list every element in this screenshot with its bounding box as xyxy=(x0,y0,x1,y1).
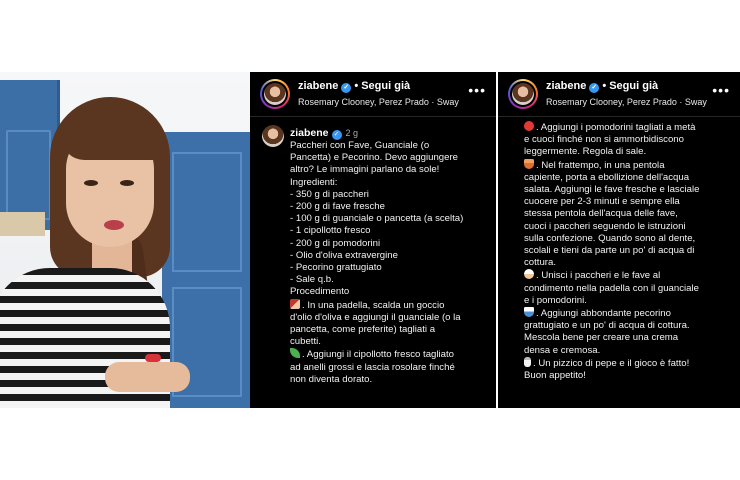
caption-step-line: . Unisci i paccheri e le fave al xyxy=(524,269,736,282)
caption-line: salata. Aggiungi le fave fresche e lasci… xyxy=(524,184,700,196)
caption-step-line: . Aggiungi i pomodorini tagliati a metà xyxy=(524,121,736,134)
caption-line: stessa pentola dell'acqua delle fave, xyxy=(524,208,678,220)
caption-line: altro? Le immagini parlano da sole! xyxy=(290,164,440,176)
verified-badge-icon: ✓ xyxy=(341,83,352,93)
divider xyxy=(250,116,496,117)
verified-badge-icon: ✓ xyxy=(331,130,342,140)
caption-line: pancetta, come preferite) tagliati a xyxy=(290,324,436,336)
caption-line: Buon appetito! xyxy=(524,370,586,382)
instagram-caption-panel-1: ziabene ✓ • Segui già Rosemary Clooney, Per… xyxy=(250,72,496,408)
person-fringe xyxy=(62,110,158,160)
video-still[interactable] xyxy=(0,72,250,408)
caption-line: - Pecorino grattugiato xyxy=(290,262,382,274)
caption-line: non diventa dorato. xyxy=(290,373,373,385)
cabinet-door xyxy=(172,152,242,272)
caption-line: cuoci i paccheri seguendo le istruzioni xyxy=(524,220,686,232)
caption-body: Paccheri con Fave, Guanciale (o Pancetta… xyxy=(290,140,496,386)
caption-step-line: . Aggiungi abbondante pecorino xyxy=(524,307,736,320)
caption-header: ziabene ✓ 2 g xyxy=(290,127,358,140)
caption-line: condimento nella padella con il guancial… xyxy=(524,282,699,294)
person-eye xyxy=(120,180,134,186)
caption-line: - 200 g di pomodorini xyxy=(290,237,381,249)
separator-dot: • xyxy=(602,80,607,92)
divider xyxy=(498,116,740,117)
caption-line: - 100 g di guanciale o pancetta (a scelt… xyxy=(290,213,464,225)
caption-line: capiente, porta a ebollizione dell'acqua xyxy=(524,171,690,183)
caption-line: cottura. xyxy=(524,257,556,269)
caption-line: e i pomodorini. xyxy=(524,294,587,306)
caption-step-line: . In una padella, scalda un goccio xyxy=(290,298,496,312)
leafy-green-emoji-icon xyxy=(290,348,300,359)
post-username-row: ziabene ✓ • Segui già xyxy=(298,80,410,93)
chef-emoji-icon xyxy=(524,269,534,280)
music-info[interactable]: Rosemary Clooney, Perez Prado · Sway xyxy=(298,97,459,107)
more-horizontal-icon[interactable]: ••• xyxy=(712,82,730,98)
caption-line: - 350 g di paccheri xyxy=(290,188,369,200)
profile-avatar[interactable] xyxy=(260,79,290,109)
salt-shaker-emoji-icon xyxy=(524,356,531,367)
caption-timestamp: 2 g xyxy=(345,128,359,138)
profile-avatar[interactable] xyxy=(508,79,538,109)
caption-line: grattugiato e un po' di acqua di cottura… xyxy=(524,320,690,332)
tomato-emoji-icon xyxy=(524,121,534,131)
caption-username[interactable]: ziabene xyxy=(290,127,329,139)
username-link[interactable]: ziabene xyxy=(546,80,586,92)
caption-line: ad anelli grossi e lascia rosolare finch… xyxy=(290,361,455,373)
caption-step-line: . Un pizzico di pepe e il gioco è fatto! xyxy=(524,356,736,370)
caption-line: - Olio d'oliva extravergine xyxy=(290,249,398,261)
music-info[interactable]: Rosemary Clooney, Perez Prado · Sway xyxy=(546,97,707,107)
post-header: ziabene ✓ • Segui già Rosemary Clooney, Per… xyxy=(498,72,740,116)
post-header: ziabene ✓ • Segui già Rosemary Clooney, Per… xyxy=(250,72,496,116)
caption-line: - 1 cipollotto fresco xyxy=(290,225,371,237)
instagram-caption-panel-2: ziabene ✓ • Segui già Rosemary Clooney, Per… xyxy=(498,72,740,408)
follow-button[interactable]: Segui già xyxy=(361,80,410,92)
caption-line: cubetti. xyxy=(290,336,321,348)
person-mouth xyxy=(104,220,124,230)
caption-line: Paccheri con Fave, Guanciale (o xyxy=(290,140,430,151)
caption-step-line: . Aggiungi il cipollotto fresco tagliato xyxy=(290,348,496,361)
caption-line: sulla confezione. Quando sono al dente, xyxy=(524,232,696,244)
caption-line: Pancetta) e Pecorino. Devo aggiungere xyxy=(290,152,458,164)
caption-avatar[interactable] xyxy=(262,125,284,147)
post-username-row: ziabene ✓ • Segui già xyxy=(546,80,658,93)
caption-line: - Sale q.b. xyxy=(290,274,334,286)
caption-step-line: . Nel frattempo, in una pentola xyxy=(524,158,736,172)
caption-line: - 200 g di fave fresche xyxy=(290,201,385,213)
username-link[interactable]: ziabene xyxy=(298,80,338,92)
red-utensil xyxy=(145,354,161,362)
person-eye xyxy=(84,180,98,186)
person-hand xyxy=(105,362,190,392)
bowl-emoji-icon xyxy=(524,307,534,318)
bacon-emoji-icon xyxy=(290,298,300,309)
separator-dot: • xyxy=(354,80,359,92)
verified-badge-icon: ✓ xyxy=(589,83,600,93)
caption-line: scolali e tieni da parte un po' di acqua… xyxy=(524,245,695,257)
caption-line: d'olio d'oliva e aggiungi il guanciale (… xyxy=(290,311,461,323)
caption-line: cuocere per 2-3 minuti e sempre ella xyxy=(524,196,680,208)
music-label: Rosemary Clooney, Perez Prado · Sway xyxy=(546,97,707,107)
caption-line: Ingredienti: xyxy=(290,176,338,188)
music-label: Rosemary Clooney, Perez Prado · Sway xyxy=(298,97,459,107)
more-horizontal-icon[interactable]: ••• xyxy=(468,82,486,98)
caption-line: Mescola bene per creare una crema xyxy=(524,332,679,344)
caption-line: e cuoci finché non si ammorbidiscono xyxy=(524,134,684,146)
shelf xyxy=(0,212,45,236)
caption-line: leggermente. Regola di sale. xyxy=(524,146,647,158)
pot-emoji-icon xyxy=(524,158,534,169)
follow-button[interactable]: Segui già xyxy=(609,80,658,92)
caption-line: densa e cremosa. xyxy=(524,344,601,356)
caption-body: . Aggiungi i pomodorini tagliati a metà … xyxy=(524,121,736,382)
caption-line: Procedimento xyxy=(290,286,350,298)
